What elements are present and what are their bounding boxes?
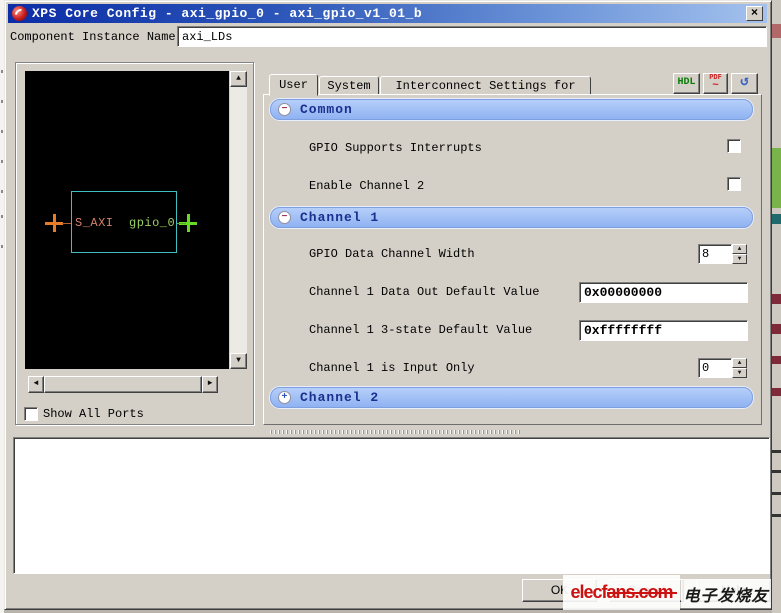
- background-right-sliver: [772, 0, 781, 613]
- ch1-input-only-value[interactable]: 0: [698, 358, 732, 378]
- user-tab-content: − Common GPIO Supports Interrupts Enable…: [263, 94, 762, 425]
- pdf-icon-swoosh: ~: [712, 80, 719, 92]
- message-area[interactable]: [13, 437, 770, 574]
- splitter-handle[interactable]: [270, 430, 520, 434]
- enable-channel2-checkbox[interactable]: [727, 177, 741, 191]
- window-title: XPS Core Config - axi_gpio_0 - axi_gpio_…: [32, 6, 422, 21]
- gpio-interrupts-label: GPIO Supports Interrupts: [309, 141, 482, 155]
- diagram-vertical-scrollbar[interactable]: ▲ ▼: [230, 71, 247, 369]
- elecfans-watermark: elecfans.com: [563, 575, 680, 610]
- diagram-panel: S_AXI gpio_0 ▲ ▼ ◄ ► Show All Ports: [15, 62, 254, 425]
- scroll-left-icon[interactable]: ◄: [28, 376, 44, 393]
- spin-up-icon[interactable]: ▲: [732, 244, 747, 254]
- show-all-ports-checkbox[interactable]: [24, 407, 38, 421]
- expand-left-ports-icon[interactable]: [45, 214, 63, 232]
- tab-user[interactable]: User: [269, 74, 318, 96]
- core-name-label: gpio_0: [129, 216, 175, 230]
- enable-channel2-label: Enable Channel 2: [309, 179, 424, 193]
- tab-interconnect-busif[interactable]: Interconnect Settings for BUSIF: [380, 76, 591, 96]
- ch1-dout-input[interactable]: [579, 282, 748, 303]
- bus-port-label: S_AXI: [75, 216, 114, 230]
- right-port-stub: [177, 223, 186, 224]
- ch1-input-only-spinner[interactable]: 0 ▲ ▼: [698, 358, 747, 378]
- gpio-width-label: GPIO Data Channel Width: [309, 247, 475, 261]
- spin-down-icon[interactable]: ▼: [732, 368, 747, 378]
- close-icon[interactable]: ×: [746, 6, 763, 21]
- title-bar[interactable]: XPS Core Config - axi_gpio_0 - axi_gpio_…: [8, 4, 767, 23]
- section-title: Channel 1: [300, 210, 379, 225]
- gpio-width-value[interactable]: 8: [698, 244, 732, 264]
- section-header-channel1[interactable]: − Channel 1: [270, 207, 753, 228]
- ch1-tristate-label: Channel 1 3-state Default Value: [309, 323, 532, 337]
- section-title: Common: [300, 102, 353, 117]
- xps-app-icon: [12, 6, 27, 21]
- section-header-channel2[interactable]: + Channel 2: [270, 387, 753, 408]
- elecfans-cn-watermark: 电子发烧友: [681, 579, 771, 608]
- tab-system[interactable]: System: [319, 76, 379, 96]
- show-all-ports-label: Show All Ports: [43, 407, 144, 421]
- ch1-input-only-label: Channel 1 is Input Only: [309, 361, 475, 375]
- horizontal-scroll-thumb[interactable]: [44, 376, 202, 393]
- pdf-datasheet-icon[interactable]: PDF ~: [703, 73, 728, 94]
- left-port-stub: [62, 223, 71, 224]
- scroll-up-icon[interactable]: ▲: [230, 71, 247, 87]
- section-title: Channel 2: [300, 390, 379, 405]
- section-header-common[interactable]: − Common: [270, 99, 753, 120]
- block-diagram-canvas[interactable]: S_AXI gpio_0: [25, 71, 229, 369]
- view-hdl-button[interactable]: HDL: [673, 73, 700, 94]
- ch1-tristate-input[interactable]: [579, 320, 748, 341]
- collapse-section-icon[interactable]: −: [278, 103, 291, 116]
- refresh-datasheet-icon[interactable]: ↺: [731, 73, 758, 94]
- core-config-dialog: XPS Core Config - axi_gpio_0 - axi_gpio_…: [4, 0, 772, 610]
- gpio-width-spinner[interactable]: 8 ▲ ▼: [698, 244, 747, 264]
- scroll-down-icon[interactable]: ▼: [230, 353, 247, 369]
- spin-down-icon[interactable]: ▼: [732, 254, 747, 264]
- collapse-section-icon[interactable]: −: [278, 211, 291, 224]
- ch1-dout-label: Channel 1 Data Out Default Value: [309, 285, 539, 299]
- expand-section-icon[interactable]: +: [278, 391, 291, 404]
- instance-name-label: Component Instance Name: [10, 30, 176, 44]
- elecfans-cn-logo: 电子发烧友: [683, 582, 768, 606]
- instance-name-input[interactable]: [177, 26, 767, 47]
- screenshot-root: XPS Core Config - axi_gpio_0 - axi_gpio_…: [0, 0, 781, 613]
- spin-up-icon[interactable]: ▲: [732, 358, 747, 368]
- gpio-interrupts-checkbox[interactable]: [727, 139, 741, 153]
- scroll-right-icon[interactable]: ►: [202, 376, 218, 393]
- diagram-horizontal-scrollbar[interactable]: ◄ ►: [28, 376, 218, 393]
- elecfans-logo-strike: [607, 592, 677, 594]
